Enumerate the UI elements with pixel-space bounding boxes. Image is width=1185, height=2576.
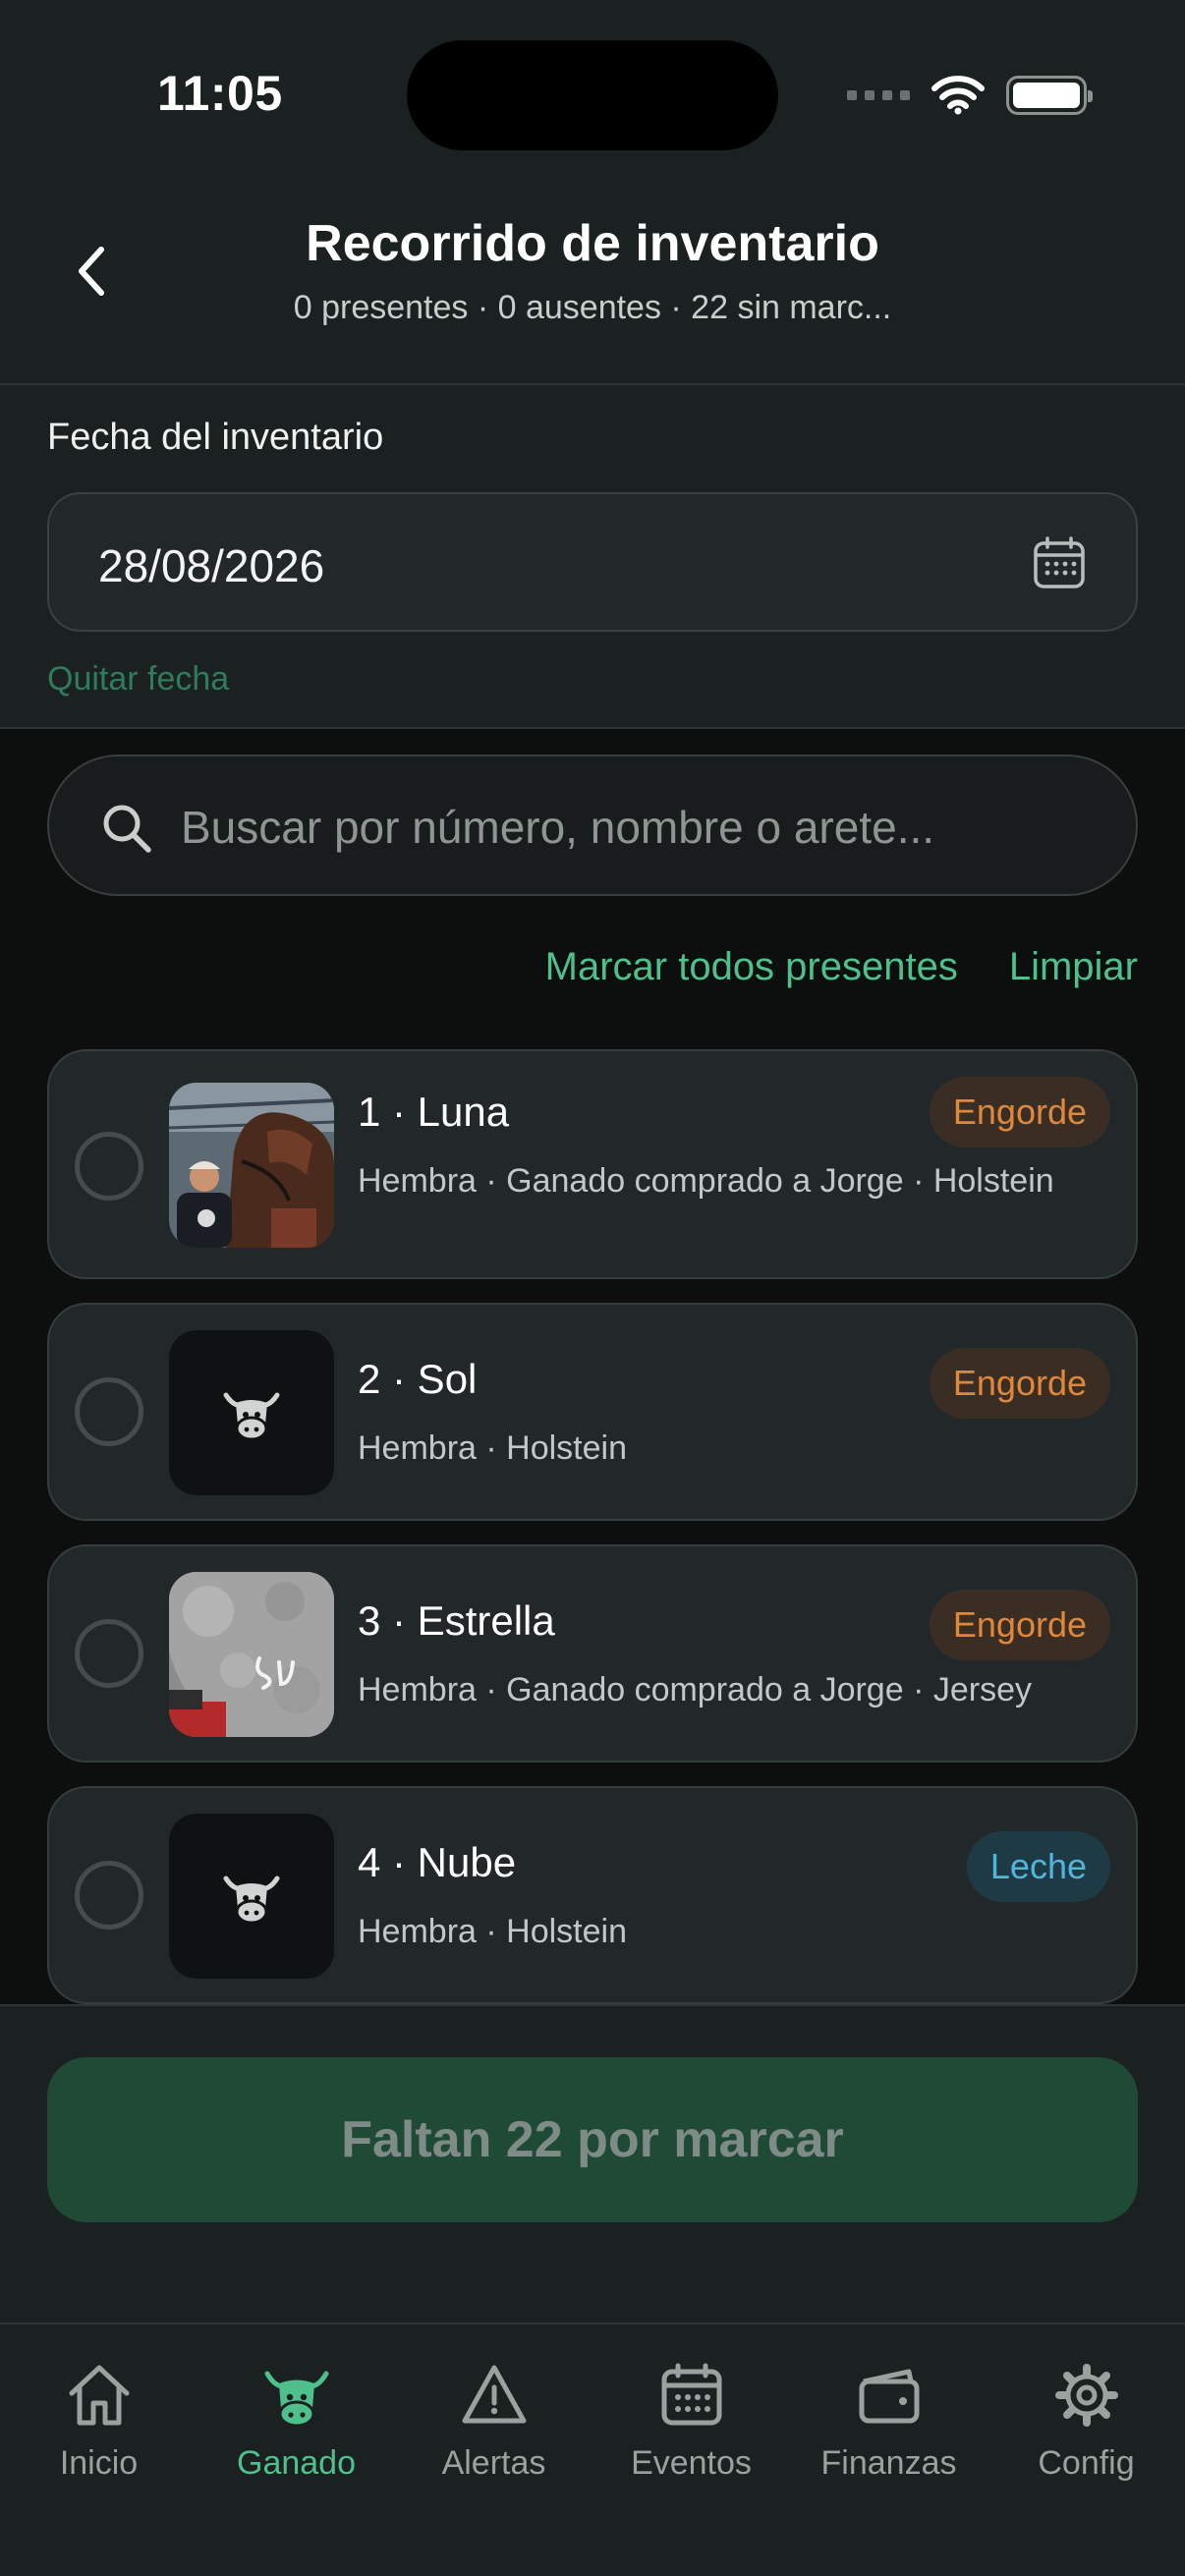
- presence-radio[interactable]: [75, 1132, 143, 1201]
- divider: [0, 727, 1185, 729]
- animal-title: 2 · Sol: [358, 1356, 478, 1402]
- animal-details: Hembra · Ganado comprado a Jorge · Jerse…: [358, 1671, 1032, 1708]
- calendar-icon: [661, 2363, 721, 2426]
- animal-details: Hembra · Ganado comprado a Jorge · Holst…: [358, 1162, 1054, 1200]
- purpose-badge: Engorde: [929, 1077, 1110, 1148]
- cow-icon: [264, 2371, 328, 2428]
- gear-icon: [1054, 2364, 1118, 2427]
- battery-icon: [1006, 76, 1093, 115]
- tab-label: Finanzas: [820, 2444, 957, 2482]
- status-icons: [847, 69, 1093, 122]
- tab-bar: Inicio Ganado Alertas Eventos Finanzas C…: [0, 2324, 1185, 2576]
- date-label: Fecha del inventario: [47, 417, 384, 458]
- tab-label: Ganado: [237, 2444, 356, 2482]
- dynamic-island: [407, 40, 778, 150]
- tab-label: Alertas: [441, 2444, 546, 2482]
- animal-photo: [169, 1083, 334, 1248]
- animal-card[interactable]: 4 · Nube Hembra · Holstein Leche: [47, 1786, 1138, 2004]
- tab-alertas[interactable]: Alertas: [395, 2324, 592, 2576]
- purpose-badge: Leche: [966, 1831, 1110, 1902]
- home-icon: [69, 2365, 129, 2426]
- animal-details: Hembra · Holstein: [358, 1429, 627, 1467]
- animal-title: 3 · Estrella: [358, 1597, 555, 1644]
- purpose-badge: Engorde: [929, 1348, 1110, 1419]
- purpose-badge: Engorde: [929, 1590, 1110, 1660]
- bulk-actions: Marcar todos presentes Limpiar: [545, 945, 1138, 989]
- cow-icon: [223, 1392, 280, 1441]
- animal-card[interactable]: 2 · Sol Hembra · Holstein Engorde: [47, 1303, 1138, 1521]
- tab-label: Inicio: [59, 2444, 139, 2482]
- wifi-icon: [931, 76, 985, 115]
- animal-placeholder: [169, 1330, 334, 1495]
- status-bar: 11:05: [0, 0, 1185, 187]
- clear-marks-button[interactable]: Limpiar: [1009, 945, 1138, 989]
- cellular-signal-icon: [847, 90, 910, 100]
- calendar-icon[interactable]: [1032, 535, 1087, 590]
- page-title: Recorrido de inventario: [306, 215, 879, 272]
- presence-radio[interactable]: [75, 1861, 143, 1930]
- alert-icon: [462, 2365, 526, 2424]
- animal-card[interactable]: 1 · Luna Hembra · Ganado comprado a Jorg…: [47, 1049, 1138, 1279]
- animal-placeholder: [169, 1814, 334, 1979]
- tab-finanzas[interactable]: Finanzas: [790, 2324, 988, 2576]
- tab-inicio[interactable]: Inicio: [0, 2324, 198, 2576]
- tab-config[interactable]: Config: [988, 2324, 1185, 2576]
- presence-radio[interactable]: [75, 1619, 143, 1688]
- date-value: 28/08/2026: [98, 540, 325, 591]
- presence-radio[interactable]: [75, 1377, 143, 1446]
- cow-icon: [223, 1876, 280, 1925]
- animal-card[interactable]: 3 · Estrella Hembra · Ganado comprado a …: [47, 1544, 1138, 1763]
- finish-inventory-button[interactable]: Faltan 22 por marcar: [47, 2057, 1138, 2222]
- mark-all-present-button[interactable]: Marcar todos presentes: [545, 945, 958, 989]
- page-subtitle: 0 presentes · 0 ausentes · 22 sin marc..…: [293, 289, 892, 326]
- animal-photo: [169, 1572, 334, 1737]
- date-field[interactable]: 28/08/2026: [47, 492, 1138, 632]
- animal-title: 4 · Nube: [358, 1839, 517, 1885]
- header-zone: 11:05 Recorrido de inventario 0 presente…: [0, 0, 1185, 729]
- tab-label: Config: [1038, 2444, 1135, 2482]
- animal-title: 1 · Luna: [358, 1089, 510, 1135]
- clear-date-link[interactable]: Quitar fecha: [47, 660, 229, 699]
- tab-ganado[interactable]: Ganado: [198, 2324, 395, 2576]
- search-input[interactable]: [181, 786, 1095, 868]
- status-time: 11:05: [157, 66, 283, 121]
- divider: [0, 383, 1185, 385]
- wallet-icon: [859, 2369, 919, 2424]
- search-box[interactable]: [47, 755, 1138, 896]
- tab-label: Eventos: [631, 2444, 752, 2482]
- search-icon: [103, 805, 151, 853]
- animal-details: Hembra · Holstein: [358, 1913, 627, 1950]
- tab-eventos[interactable]: Eventos: [592, 2324, 790, 2576]
